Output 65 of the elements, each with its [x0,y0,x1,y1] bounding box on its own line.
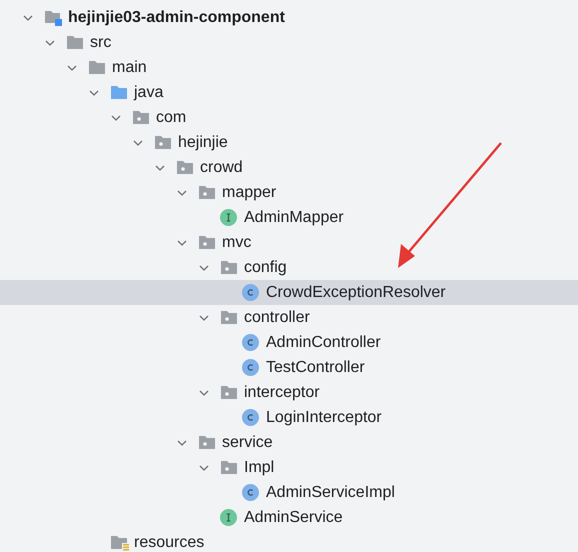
tree-row[interactable]: main [0,55,578,80]
tree-label: Impl [244,458,274,478]
tree-row[interactable]: Impl [0,455,578,480]
package-folder-icon [132,110,150,125]
tree-row[interactable]: AdminMapper [0,205,578,230]
tree-label: mvc [222,232,252,252]
tree-row[interactable]: mvc [0,230,578,255]
folder-icon [88,60,106,75]
tree-label: crowd [200,158,243,178]
tree-label: hejinjie03-admin-component [68,8,285,28]
class-icon [242,334,259,351]
tree-label: resources [134,532,204,552]
tree-label: hejinjie [178,132,228,152]
class-icon [242,409,259,426]
package-folder-icon [198,435,216,450]
tree-label: CrowdExceptionResolver [266,282,446,302]
tree-row[interactable]: src [0,30,578,55]
package-folder-icon [176,160,194,175]
package-folder-icon [220,260,238,275]
tree-row[interactable]: CrowdExceptionResolver [0,280,578,305]
module-folder-icon [44,10,62,26]
tree-row[interactable]: LoginInterceptor [0,405,578,430]
package-folder-icon [220,310,238,325]
tree-row[interactable]: java [0,80,578,105]
tree-row[interactable]: hejinjie03-admin-component [0,5,578,30]
class-icon [242,284,259,301]
tree-row[interactable]: interceptor [0,380,578,405]
tree-label: AdminServiceImpl [266,482,395,502]
tree-row[interactable]: hejinjie [0,130,578,155]
interface-icon [220,509,237,526]
package-folder-icon [154,135,172,150]
tree-row[interactable]: TestController [0,355,578,380]
tree-label: AdminMapper [244,208,344,228]
tree-label: AdminService [244,508,343,528]
tree-label: LoginInterceptor [266,408,382,428]
tree-label: TestController [266,358,365,378]
tree-row[interactable]: config [0,255,578,280]
tree-label: main [112,58,147,78]
folder-icon [110,85,128,100]
tree-label: mapper [222,182,276,202]
tree-label: interceptor [244,382,320,402]
tree-row[interactable]: crowd [0,155,578,180]
tree-row[interactable]: AdminServiceImpl [0,480,578,505]
tree-row[interactable]: mapper [0,180,578,205]
tree-row[interactable]: AdminController [0,330,578,355]
tree-label: service [222,432,273,452]
tree-label: java [134,82,164,102]
interface-icon [220,209,237,226]
folder-icon [66,35,84,50]
package-folder-icon [220,460,238,475]
tree-row[interactable]: AdminService [0,505,578,530]
package-folder-icon [198,235,216,250]
tree-label: src [90,32,112,52]
tree-row[interactable]: controller [0,305,578,330]
tree-label: config [244,258,287,278]
tree-label: com [156,108,186,128]
tree-label: controller [244,308,310,328]
package-folder-icon [220,385,238,400]
tree-label: AdminController [266,332,381,352]
tree-row[interactable]: service [0,430,578,455]
class-icon [242,484,259,501]
package-folder-icon [198,185,216,200]
class-icon [242,359,259,376]
tree-row[interactable]: resources [0,530,578,552]
tree-row[interactable]: com [0,105,578,130]
